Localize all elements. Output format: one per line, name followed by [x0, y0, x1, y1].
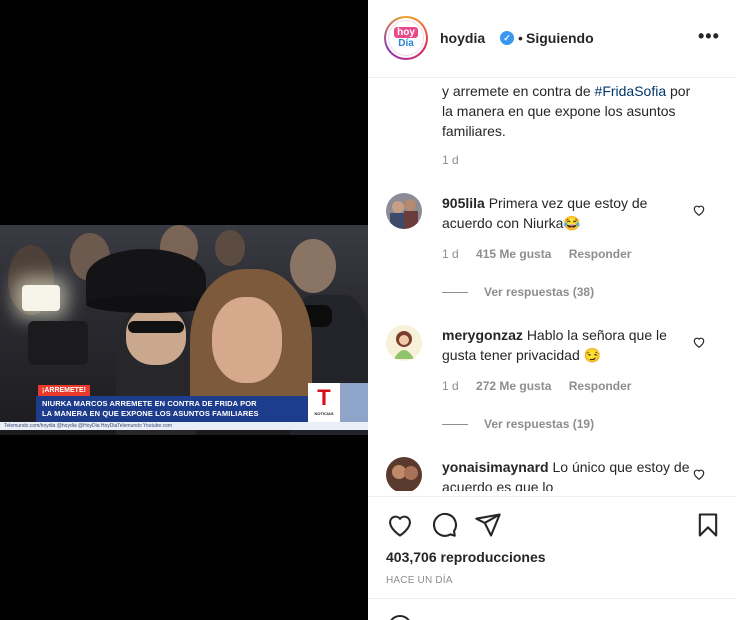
camera	[28, 321, 88, 365]
sunglasses	[128, 321, 184, 333]
view-replies-button[interactable]: Ver respuestas (19)	[442, 417, 594, 431]
comment-avatar[interactable]	[386, 457, 422, 491]
comment-likes[interactable]: 272 Me gusta	[476, 379, 551, 393]
news-tag: ¡ARREMETE!	[38, 385, 90, 396]
emoji-icon[interactable]	[388, 615, 412, 620]
news-social-strip: Telemundo.com/hoydia @hoydia @HoyDia Hoy…	[0, 422, 368, 430]
replies-divider	[442, 292, 468, 294]
news-headline: NIURKA MARCOS ARREMETE EN CONTRA DE FRID…	[36, 396, 308, 422]
comment-time[interactable]: 1 d	[442, 379, 459, 393]
comment-composer	[368, 598, 736, 620]
bookmark-icon[interactable]	[694, 511, 722, 539]
caption-text-start: y arremete en contra de	[442, 83, 595, 99]
reply-button[interactable]: Responder	[569, 379, 632, 393]
view-replies-button[interactable]: Ver respuestas (38)	[442, 285, 594, 299]
man-face	[126, 307, 186, 365]
post-panel: hoy Día hoydia ✓ • Siguiendo ••• y arrem…	[368, 0, 736, 620]
profile-username[interactable]: hoydia	[440, 30, 485, 46]
headline-line-1: NIURKA MARCOS ARREMETE EN CONTRA DE FRID…	[42, 399, 257, 408]
comment-meta: 1 d 415 Me gusta Responder	[442, 247, 645, 261]
view-replies-label: Ver respuestas (19)	[484, 417, 595, 431]
replies-divider	[442, 424, 468, 426]
reply-button[interactable]: Responder	[569, 247, 632, 261]
like-heart-icon[interactable]	[692, 335, 706, 349]
post-header: hoy Día hoydia ✓ • Siguiendo •••	[368, 0, 736, 78]
video-player[interactable]: ¡ARREMETE! NIURKA MARCOS ARREMETE EN CON…	[0, 225, 368, 435]
following-button[interactable]: Siguiendo	[526, 30, 594, 46]
like-heart-icon[interactable]	[386, 511, 414, 539]
comment-likes[interactable]: 415 Me gusta	[476, 247, 551, 261]
post-actions: 403,706 reproducciones HACE UN DÍA	[368, 496, 736, 600]
woman-face	[212, 297, 282, 383]
comment-username[interactable]: merygonzaz	[442, 327, 523, 343]
comment-avatar[interactable]	[386, 325, 422, 361]
avatar-photo-icon	[386, 193, 422, 229]
network-logo-sub: NOTICIAS	[314, 411, 334, 416]
like-heart-icon[interactable]	[692, 203, 706, 217]
more-options-button[interactable]: •••	[698, 26, 720, 47]
crowd-figure	[290, 239, 336, 293]
hoydia-logo: hoy Día	[388, 20, 424, 56]
like-heart-icon[interactable]	[692, 467, 706, 481]
comment-body: yonaisimaynard Lo único que estoy de acu…	[442, 457, 692, 491]
crowd-figure	[215, 230, 245, 266]
network-logo: T NOTICIAS	[308, 383, 340, 422]
comment-body: merygonzaz Hablo la señora que le gusta …	[442, 325, 692, 365]
avatar-cartoon-icon	[386, 325, 422, 361]
comment-meta: 1 d 272 Me gusta Responder	[442, 379, 645, 393]
comments-list[interactable]: y arremete en contra de #FridaSofia por …	[368, 79, 736, 491]
camera-light	[22, 285, 60, 311]
verified-badge-icon: ✓	[500, 31, 514, 45]
post-date[interactable]: HACE UN DÍA	[386, 575, 453, 586]
views-count[interactable]: 403,706 reproducciones	[386, 549, 546, 565]
comment-username[interactable]: yonaisimaynard	[442, 459, 549, 475]
profile-avatar[interactable]: hoy Día	[384, 16, 428, 60]
news-lower-third: ¡ARREMETE! NIURKA MARCOS ARREMETE EN CON…	[0, 383, 368, 430]
headline-line-2: LA MANERA EN QUE EXPONE LOS ASUNTOS FAMI…	[42, 409, 259, 418]
comment-username[interactable]: 905lila	[442, 195, 485, 211]
comment-avatar[interactable]	[386, 193, 422, 229]
network-logo-letter: T	[317, 385, 331, 410]
comment-bubble-icon[interactable]	[430, 511, 458, 539]
network-side-panel	[340, 383, 368, 422]
avatar-photo-icon	[386, 457, 422, 491]
logo-bottom-text: Día	[398, 38, 414, 49]
caption-time[interactable]: 1 d	[442, 153, 459, 167]
share-send-icon[interactable]	[474, 511, 502, 539]
logo-top-text: hoy	[394, 27, 418, 38]
comment-body: 905lila Primera vez que estoy de acuerdo…	[442, 193, 692, 233]
hashtag-link[interactable]: #FridaSofia	[595, 83, 667, 99]
comment-time[interactable]: 1 d	[442, 247, 459, 261]
post-caption: y arremete en contra de #FridaSofia por …	[442, 81, 702, 141]
view-replies-label: Ver respuestas (38)	[484, 285, 595, 299]
video-pane[interactable]: ¡ARREMETE! NIURKA MARCOS ARREMETE EN CON…	[0, 0, 368, 620]
header-separator: •	[518, 30, 523, 46]
